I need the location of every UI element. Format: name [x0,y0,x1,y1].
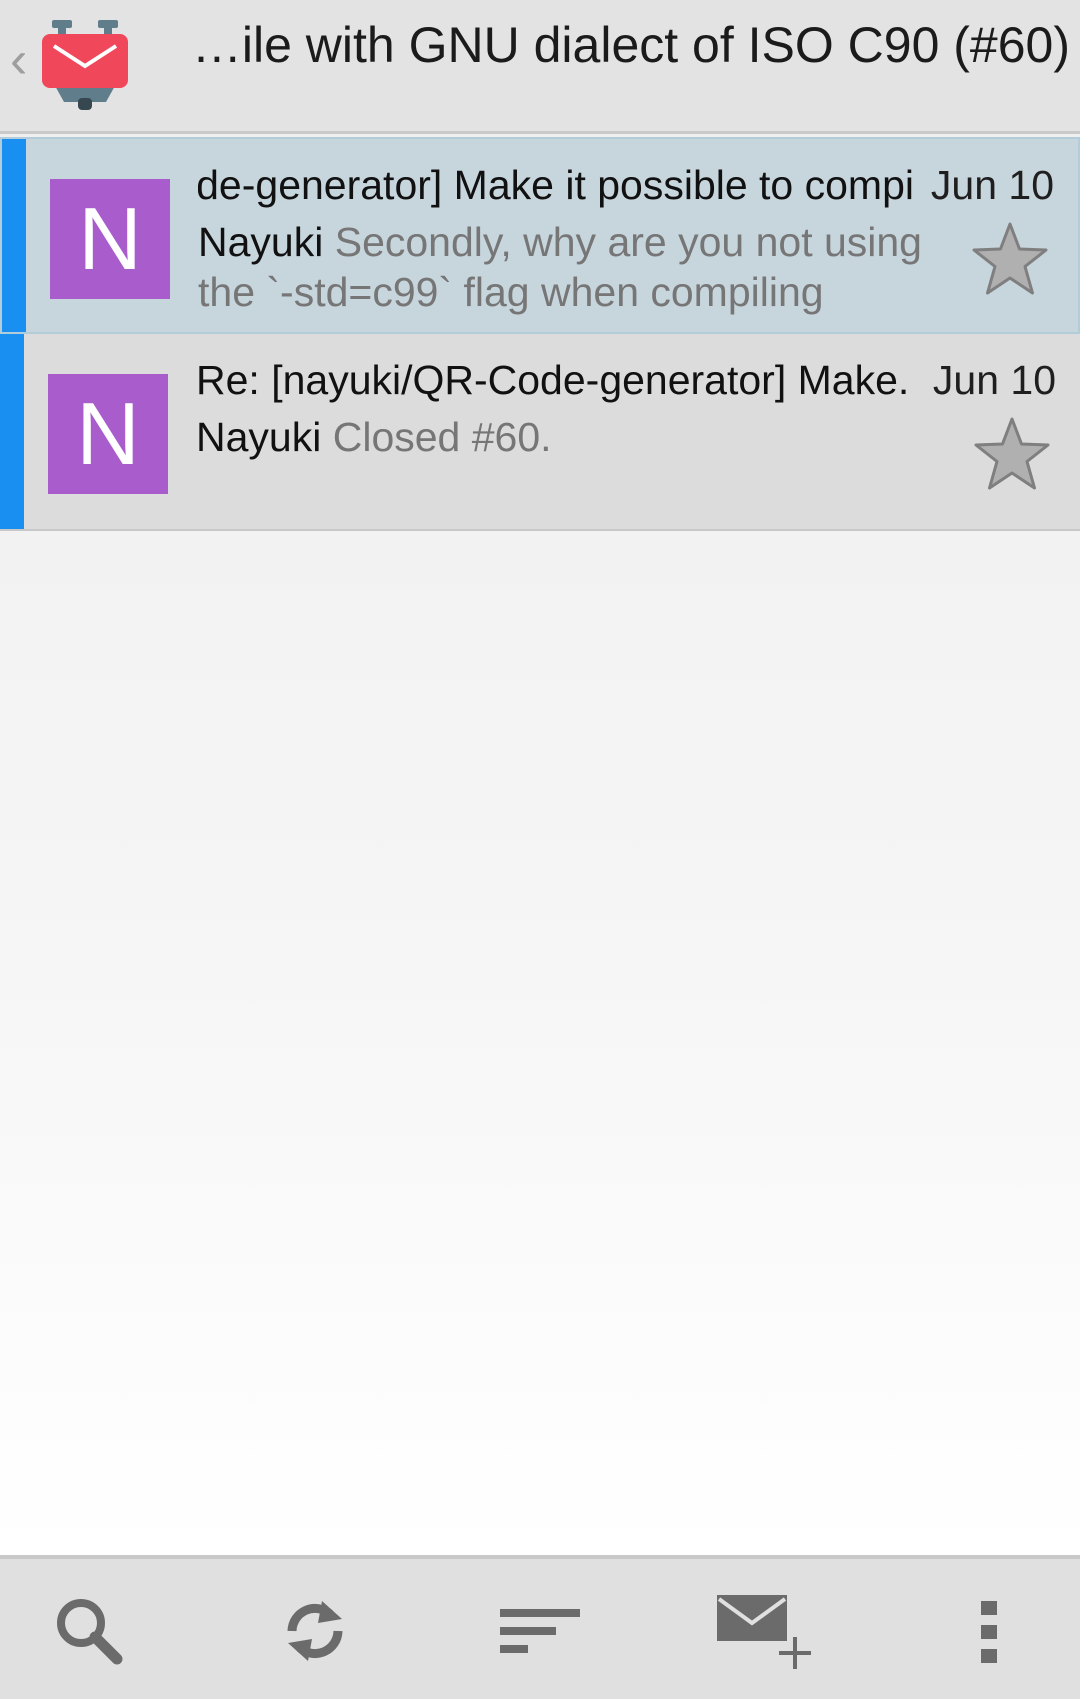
overflow-menu-icon[interactable] [945,1589,1035,1673]
compose-icon[interactable] [715,1589,815,1673]
refresh-icon[interactable] [270,1589,360,1673]
avatar[interactable]: N [48,374,168,494]
unread-indicator [2,139,26,332]
search-icon[interactable] [45,1589,135,1673]
avatar[interactable]: N [50,179,170,299]
message-row[interactable]: N Re: [nayuki/QR-Code-generator] Make it… [0,137,1080,334]
message-preview: Nayuki Closed #60. [196,412,936,462]
message-subject: Re: [nayuki/QR-Code-generator] Make.. [196,357,912,403]
message-list: N Re: [nayuki/QR-Code-generator] Make it… [0,137,1080,531]
message-sender: Nayuki [198,219,324,265]
message-row[interactable]: N Re: [nayuki/QR-Code-generator] Make.. … [0,334,1080,531]
message-preview: Nayuki Secondly, why are you not using t… [198,217,938,317]
bottom-action-bar [0,1555,1080,1699]
message-date: Jun 10 [932,357,1056,403]
chevron-left-icon[interactable]: ‹ [10,34,27,86]
star-icon[interactable] [970,221,1050,297]
action-bar: ‹ …ile with GNU dialect of ISO C90 (#60) [0,0,1080,134]
k9-mail-logo-icon[interactable] [40,20,130,112]
unread-indicator [0,334,24,529]
sort-icon[interactable] [495,1589,585,1673]
message-date: Jun 10 [930,162,1054,208]
star-icon[interactable] [972,416,1052,492]
conversation-title: …ile with GNU dialect of ISO C90 (#60) [191,17,1070,73]
message-subject: Re: [nayuki/QR-Code-generator] Make it p… [198,162,914,208]
message-sender: Nayuki [196,414,322,460]
message-preview-text: Closed #60. [332,414,552,460]
